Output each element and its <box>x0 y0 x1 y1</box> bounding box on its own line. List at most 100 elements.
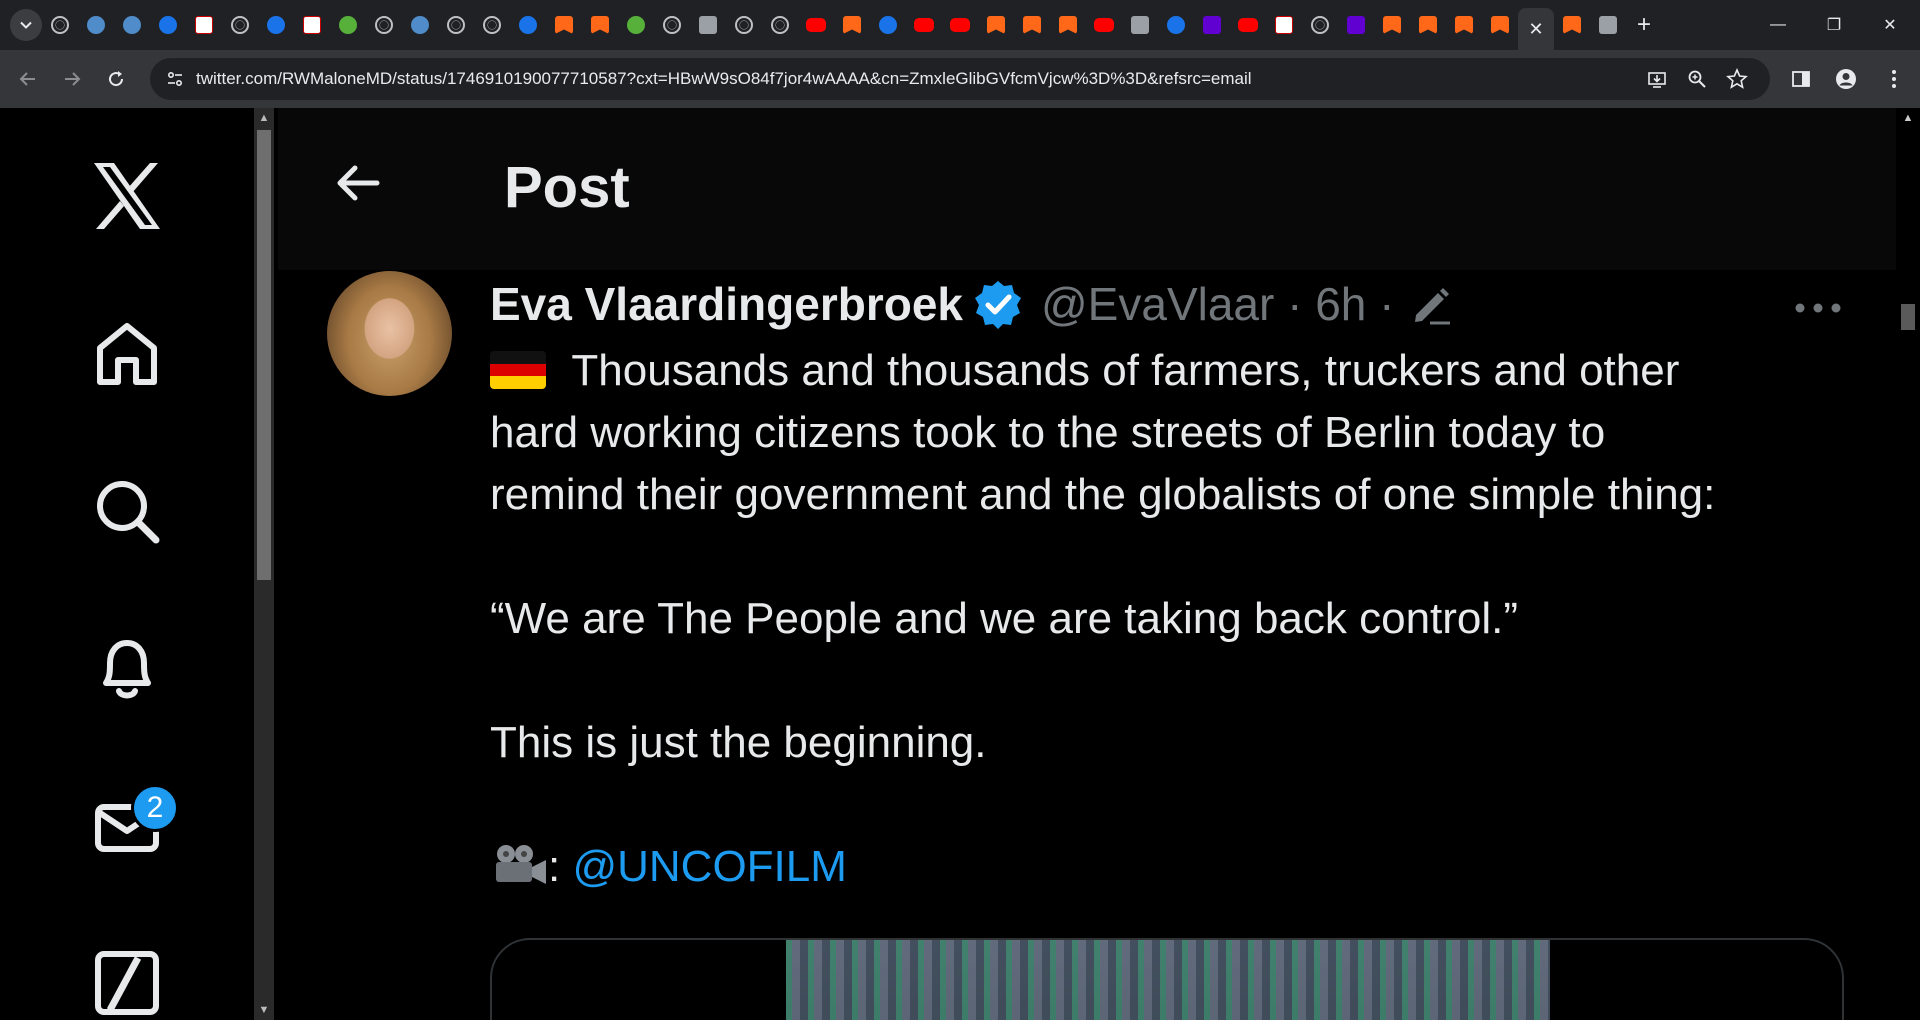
tab-favicon[interactable] <box>1014 9 1050 41</box>
tab-favicon[interactable] <box>798 9 834 41</box>
nav-explore[interactable] <box>82 466 172 556</box>
tab-favicon[interactable] <box>618 9 654 41</box>
tab-favicon[interactable] <box>1050 9 1086 41</box>
globe-icon <box>51 16 69 34</box>
tab-favicon[interactable] <box>978 9 1014 41</box>
tab-favicon[interactable] <box>42 9 78 41</box>
forward-nav-button[interactable] <box>54 61 90 97</box>
back-button[interactable] <box>323 148 393 218</box>
close-icon: ✕ <box>1528 18 1544 39</box>
globe-icon <box>735 16 753 34</box>
new-tab-button[interactable]: + <box>1626 9 1662 41</box>
page-scrollbar[interactable]: ▲ <box>1896 108 1920 1020</box>
tab-favicon[interactable] <box>366 9 402 41</box>
tab-favicon[interactable] <box>906 9 942 41</box>
x-logo-link[interactable] <box>82 151 172 241</box>
tab-favicon[interactable] <box>690 9 726 41</box>
url-text[interactable]: twitter.com/RWMaloneMD/status/1746910190… <box>196 69 1252 89</box>
site-icon <box>950 18 970 32</box>
tab-favicon[interactable] <box>1230 9 1266 41</box>
tab-favicon[interactable] <box>474 9 510 41</box>
tab-favicon[interactable] <box>150 9 186 41</box>
profile-button[interactable] <box>1828 61 1864 97</box>
tab-favicon[interactable] <box>1122 9 1158 41</box>
tab-favicon[interactable] <box>114 9 150 41</box>
tab-favicon[interactable] <box>438 9 474 41</box>
tab-search-button[interactable] <box>10 9 42 41</box>
youtube-icon <box>806 18 826 32</box>
tab-favicon[interactable] <box>1446 9 1482 41</box>
tab-favicon[interactable] <box>1554 9 1590 41</box>
author-handle-time[interactable]: @EvaVlaar · 6h · <box>1041 277 1395 331</box>
site-info-button[interactable] <box>160 64 190 94</box>
scroll-down-arrow[interactable]: ▼ <box>254 1000 274 1020</box>
business-insider-icon <box>303 16 321 34</box>
bookmark-icon <box>1455 16 1473 34</box>
tab-favicon[interactable] <box>78 9 114 41</box>
video-frame[interactable] <box>786 940 1550 1020</box>
bookmark-star-button[interactable] <box>1722 64 1752 94</box>
close-icon: ✕ <box>1883 17 1897 34</box>
tab-favicon[interactable] <box>942 9 978 41</box>
tab-favicon[interactable] <box>1194 9 1230 41</box>
tab-favicon[interactable] <box>1158 9 1194 41</box>
scroll-up-arrow[interactable]: ▲ <box>254 108 274 128</box>
tab-favicon[interactable] <box>762 9 798 41</box>
close-window-button[interactable]: ✕ <box>1862 0 1918 50</box>
tab-favicon[interactable] <box>258 9 294 41</box>
tab-favicon[interactable] <box>402 9 438 41</box>
mention-link[interactable]: @UNCOFILM <box>572 842 846 891</box>
edited-pencil-icon[interactable] <box>1408 281 1454 327</box>
tweet-line: remind their government and the globalis… <box>490 470 1716 519</box>
tab-favicon[interactable] <box>654 9 690 41</box>
nav-grok[interactable] <box>82 938 172 1020</box>
minimize-button[interactable]: — <box>1750 0 1806 50</box>
tab-favicon[interactable] <box>582 9 618 41</box>
tab-favicon[interactable] <box>726 9 762 41</box>
reload-button[interactable] <box>98 61 134 97</box>
tab-favicon[interactable] <box>546 9 582 41</box>
tab-favicon[interactable] <box>510 9 546 41</box>
restore-icon: ❐ <box>1826 17 1842 34</box>
scrollbar-thumb[interactable] <box>257 130 271 580</box>
install-app-button[interactable] <box>1642 64 1672 94</box>
back-nav-button[interactable] <box>10 61 46 97</box>
tab-favicon[interactable] <box>834 9 870 41</box>
tab-favicon[interactable] <box>1590 9 1626 41</box>
zoom-button[interactable] <box>1682 64 1712 94</box>
tab-favicon[interactable] <box>330 9 366 41</box>
tab-favicon[interactable] <box>1338 9 1374 41</box>
tab-favicon[interactable] <box>222 9 258 41</box>
nav-scrollbar[interactable]: ▲ ▼ <box>254 108 274 1020</box>
grok-icon <box>95 951 159 1015</box>
tweet-quote-line: “We are The People and we are taking bac… <box>490 594 1519 643</box>
scroll-up-arrow[interactable]: ▲ <box>1898 108 1918 128</box>
bookmark-icon <box>1563 16 1581 34</box>
tab-favicon[interactable] <box>1302 9 1338 41</box>
main-column: Post Eva Vlaardingerbroek @EvaVlaar · 6h… <box>278 108 1896 1020</box>
tab-favicon[interactable] <box>1410 9 1446 41</box>
tab-favicon[interactable] <box>186 9 222 41</box>
tab-favicon[interactable] <box>1266 9 1302 41</box>
nav-home[interactable] <box>82 308 172 398</box>
scrollbar-thumb[interactable] <box>1901 304 1915 330</box>
tab-favicon[interactable] <box>870 9 906 41</box>
author-name[interactable]: Eva Vlaardingerbroek <box>490 277 963 331</box>
address-bar[interactable]: twitter.com/RWMaloneMD/status/1746910190… <box>150 58 1770 100</box>
nav-notifications[interactable] <box>82 623 172 713</box>
author-avatar[interactable] <box>327 271 452 396</box>
maximize-button[interactable]: ❐ <box>1806 0 1862 50</box>
bell-icon <box>103 640 151 699</box>
active-tab-close-button[interactable]: ✕ <box>1518 8 1554 50</box>
tab-favicon[interactable] <box>1374 9 1410 41</box>
more-options-button[interactable] <box>1788 288 1848 328</box>
tweet-video[interactable] <box>490 938 1844 1020</box>
globe-icon <box>231 16 249 34</box>
tab-favicon[interactable] <box>294 9 330 41</box>
verified-badge-icon[interactable] <box>973 279 1023 329</box>
tab-favicon[interactable] <box>1482 9 1518 41</box>
search-site-icon <box>879 16 897 34</box>
side-panel-button[interactable] <box>1783 61 1819 97</box>
browser-menu-button[interactable] <box>1876 61 1912 97</box>
tab-favicon[interactable] <box>1086 9 1122 41</box>
